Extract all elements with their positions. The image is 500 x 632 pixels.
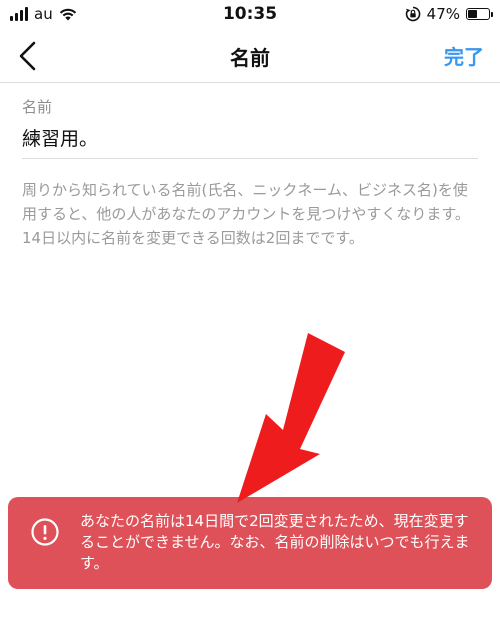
orientation-lock-icon: [405, 6, 421, 22]
name-field-label: 名前: [22, 98, 53, 116]
alert-circle-icon: [31, 518, 59, 546]
status-bar: au 10:35 47%: [0, 0, 500, 30]
name-input[interactable]: [22, 121, 472, 153]
battery-percent: 47%: [426, 5, 460, 23]
name-field-underline: [22, 158, 478, 159]
battery-icon: [466, 8, 493, 20]
battery-fill: [468, 10, 477, 18]
status-right: 47%: [405, 5, 493, 23]
done-button[interactable]: 完了: [444, 41, 484, 70]
nav-bar: 名前 完了: [0, 30, 500, 83]
error-toast-message: あなたの名前は14日間で2回変更されたため、現在変更することができません。なお、…: [80, 512, 470, 572]
name-help-text: 周りから知られている名前(氏名、ニックネーム、ビジネス名)を使用すると、他の人が…: [22, 181, 470, 247]
screen: au 10:35 47% 名前 完了 名前 練習用。 周りから知られている名前(…: [0, 0, 500, 632]
error-toast: あなたの名前は14日間で2回変更されたため、現在変更することができません。なお、…: [8, 497, 492, 589]
page-title: 名前: [230, 46, 270, 70]
red-arrow-icon: [237, 333, 345, 503]
